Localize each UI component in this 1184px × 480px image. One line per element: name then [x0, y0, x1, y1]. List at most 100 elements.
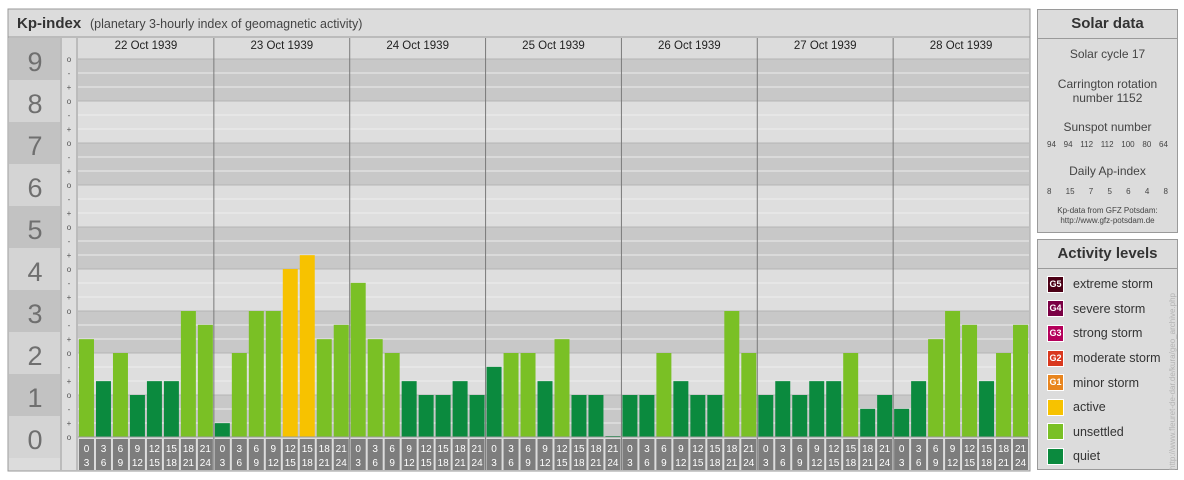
kp-bar	[775, 381, 791, 437]
interval-start-label: 15	[845, 444, 857, 455]
sunspot-value: 112	[1080, 140, 1094, 149]
sub-tick-label: -	[68, 279, 71, 288]
interval-start-label: 3	[101, 444, 107, 455]
interval-end-label: 18	[981, 458, 993, 469]
kp-bar	[299, 255, 315, 437]
legend-label: extreme storm	[1073, 277, 1153, 292]
day-label: 23 Oct 1939	[250, 40, 313, 52]
activity-panel-title: Activity levels	[1038, 240, 1177, 269]
activity-legend: G5 extreme storm G4 severe storm G3 strong st…	[1038, 269, 1177, 469]
sub-tick-label: +	[67, 125, 72, 134]
interval-end-label: 6	[101, 458, 107, 469]
kp-bar	[418, 395, 434, 437]
kp-bar	[180, 311, 196, 437]
sub-tick-label: o	[67, 97, 72, 106]
interval-start-label: 21	[336, 444, 348, 455]
interval-end-label: 15	[149, 458, 161, 469]
kp-bar	[673, 381, 689, 437]
interval-end-label: 24	[472, 458, 484, 469]
sub-tick-label: +	[67, 335, 72, 344]
plot-area: 0123456789o+-o+-o+-o+-o+-o+-o+-o+-o+-o22…	[9, 38, 1029, 470]
kp-bar	[1013, 324, 1028, 437]
sub-tick-label: o	[67, 223, 72, 232]
interval-end-label: 3	[627, 458, 633, 469]
interval-end-label: 24	[336, 458, 348, 469]
kp-bar	[163, 381, 179, 437]
kp-bar	[741, 353, 757, 437]
carrington-rotation-line1: Carrington rotation	[1057, 77, 1158, 91]
kp-bar	[588, 395, 604, 437]
kp-bar	[520, 353, 536, 437]
kp-bar	[537, 381, 553, 437]
sunspot-value: 80	[1142, 140, 1152, 149]
interval-start-label: 15	[573, 444, 585, 455]
interval-start-label: 21	[472, 444, 484, 455]
kp-bar	[928, 339, 944, 437]
interval-start-label: 6	[254, 444, 260, 455]
sunspot-values: 94 94 112 112 100 80 64	[1038, 140, 1177, 149]
interval-start-label: 15	[166, 444, 178, 455]
interval-start-label: 21	[200, 444, 212, 455]
interval-start-label: 3	[508, 444, 514, 455]
kp-bar	[316, 339, 332, 437]
watermark-url: http://www.fleuret-de-dar.de/kura/geo_ar…	[1168, 293, 1177, 470]
sub-tick-label: +	[67, 419, 72, 428]
kp-bar	[129, 395, 145, 437]
interval-end-label: 9	[661, 458, 667, 469]
interval-end-label: 12	[947, 458, 959, 469]
kp-index-chart: Kp-index (planetary 3-hourly index of ge…	[7, 8, 1031, 472]
interval-start-label: 3	[916, 444, 922, 455]
credit-line-2: http://www.gfz-potsdam.de	[1060, 216, 1155, 225]
kp-bar	[146, 381, 162, 437]
interval-start-label: 21	[1015, 444, 1027, 455]
sub-tick-label: -	[68, 195, 71, 204]
legend-label: unsettled	[1073, 424, 1124, 439]
interval-end-label: 24	[200, 458, 212, 469]
sub-tick-label: o	[67, 349, 72, 358]
kp-bar	[265, 311, 281, 437]
kp-bar	[758, 395, 774, 437]
sub-tick-label: -	[68, 111, 71, 120]
sunspot-value: 112	[1100, 140, 1114, 149]
interval-start-label: 0	[355, 444, 361, 455]
sub-tick-label: +	[67, 377, 72, 386]
kp-bar	[333, 324, 349, 437]
interval-start-label: 15	[709, 444, 721, 455]
kp-bar	[554, 339, 570, 437]
kp-bar	[367, 339, 383, 437]
kp-bar	[843, 353, 859, 437]
y-tick-label: 6	[27, 173, 42, 203]
sub-tick-label: +	[67, 83, 72, 92]
daily-ap-values: 8 15 7 5 6 4 8	[1038, 187, 1177, 196]
kp-bar	[452, 381, 468, 437]
sub-tick-label: -	[68, 363, 71, 372]
ap-value: 8	[1163, 187, 1168, 196]
kp-bar	[639, 395, 655, 437]
interval-end-label: 15	[285, 458, 297, 469]
interval-end-label: 9	[254, 458, 260, 469]
y-tick-label: 2	[27, 341, 42, 371]
ap-value: 4	[1144, 187, 1150, 196]
activity-levels-panel: Activity levels G5 extreme storm G4 severe …	[1037, 239, 1178, 470]
interval-end-label: 18	[709, 458, 721, 469]
sub-tick-label: +	[67, 209, 72, 218]
interval-start-label: 9	[271, 444, 277, 455]
legend-item-active: active	[1038, 395, 1177, 420]
kp-bar	[792, 395, 808, 437]
kp-bar	[282, 269, 298, 437]
data-credit: Kp-data from GFZ Potsdam: http://www.gfz…	[1038, 206, 1177, 226]
kp-bar	[860, 408, 876, 437]
kp-bar	[197, 324, 213, 437]
sub-tick-label: +	[67, 167, 72, 176]
sub-tick-label: +	[67, 293, 72, 302]
kp-band	[78, 227, 1029, 269]
kp-bar	[214, 423, 230, 437]
interval-start-label: 9	[814, 444, 820, 455]
interval-start-label: 9	[950, 444, 956, 455]
interval-end-label: 3	[355, 458, 361, 469]
kp-bar	[656, 353, 672, 437]
interval-start-label: 12	[964, 444, 976, 455]
interval-end-label: 21	[862, 458, 874, 469]
interval-start-label: 3	[237, 444, 243, 455]
interval-start-label: 6	[797, 444, 803, 455]
